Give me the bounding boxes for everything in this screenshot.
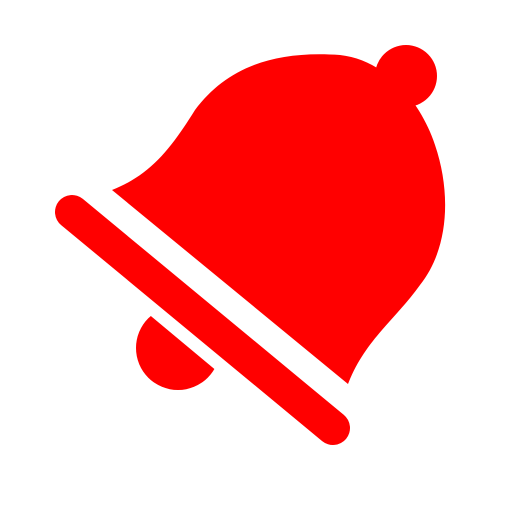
bell-top-knob: [375, 45, 437, 107]
icon-canvas: [0, 0, 512, 512]
bell-slash-icon: [40, 45, 446, 474]
